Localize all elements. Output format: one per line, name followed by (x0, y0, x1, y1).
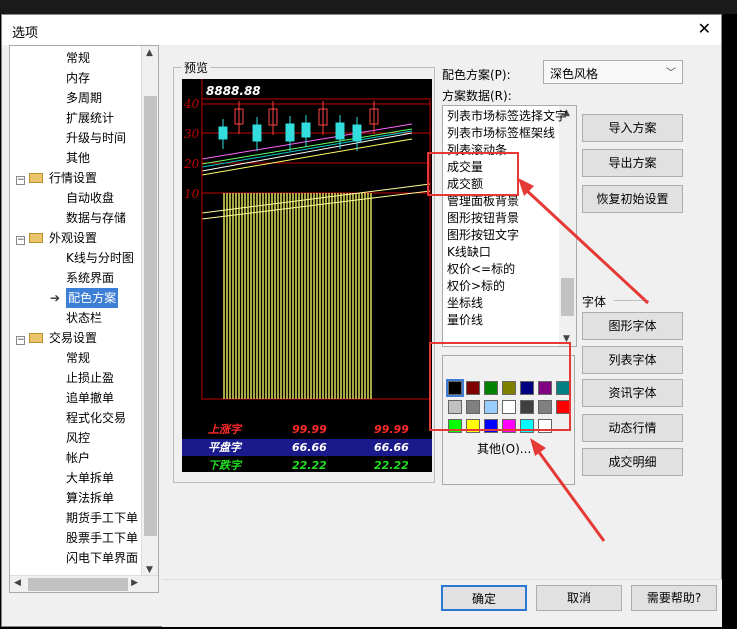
annotation-arrows (518, 178, 650, 542)
arrow-head-2-icon (530, 438, 546, 456)
annotation-arrow-2 (534, 447, 606, 542)
annotation-arrow-1 (522, 186, 650, 305)
